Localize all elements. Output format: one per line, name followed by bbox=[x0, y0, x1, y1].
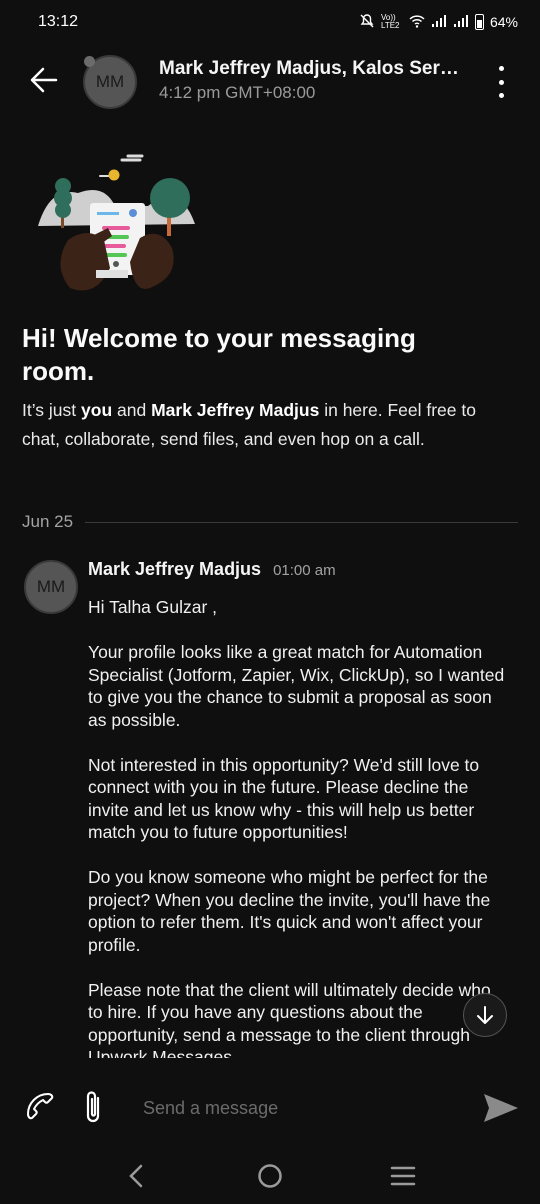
welcome-text-part: It’s just bbox=[22, 400, 82, 420]
chat-title: Mark Jeffrey Madjus, Kalos Servic... bbox=[159, 58, 469, 79]
welcome-contact-name: Mark Jeffrey Madjus bbox=[151, 400, 320, 420]
back-button[interactable] bbox=[28, 64, 60, 96]
phone-icon bbox=[27, 1093, 54, 1120]
nav-recents-button[interactable] bbox=[383, 1156, 423, 1196]
chat-local-time: 4:12 pm GMT+08:00 bbox=[159, 83, 316, 102]
message-composer bbox=[0, 1070, 540, 1146]
message-paragraph: Please note that the client will ultimat… bbox=[88, 979, 491, 1059]
message-input[interactable] bbox=[128, 1092, 458, 1124]
wifi-icon bbox=[409, 14, 425, 31]
home-circle-icon bbox=[258, 1164, 282, 1188]
welcome-illustration bbox=[30, 148, 200, 308]
date-label: Jun 25 bbox=[22, 512, 74, 531]
kebab-icon-dot bbox=[498, 93, 504, 98]
recents-icon bbox=[391, 1166, 416, 1186]
nav-back-button[interactable] bbox=[117, 1156, 157, 1196]
welcome-you: you bbox=[81, 400, 113, 420]
message-paragraph: Not interested in this opportunity? We'd… bbox=[88, 754, 480, 843]
message-avatar[interactable]: MM bbox=[24, 560, 78, 614]
send-icon bbox=[484, 1094, 518, 1122]
status-time: 13:12 bbox=[38, 13, 79, 30]
system-nav-bar bbox=[0, 1148, 540, 1204]
arrow-down-icon bbox=[477, 1006, 493, 1024]
kebab-icon-dot bbox=[498, 66, 504, 71]
kebab-icon-dot bbox=[498, 79, 504, 85]
message-sender[interactable]: Mark Jeffrey Madjus bbox=[88, 559, 261, 580]
header-text[interactable]: Mark Jeffrey Madjus, Kalos Servic... 4:1… bbox=[159, 58, 469, 103]
call-button[interactable] bbox=[22, 1090, 56, 1124]
battery-percent: 64% bbox=[489, 14, 518, 30]
presence-dot bbox=[84, 56, 95, 67]
welcome-text-part: and bbox=[112, 400, 152, 420]
scroll-to-bottom-button[interactable] bbox=[463, 993, 507, 1037]
send-button[interactable] bbox=[482, 1092, 520, 1124]
chat-header: MM Mark Jeffrey Madjus, Kalos Servic... … bbox=[0, 50, 540, 114]
paperclip-icon bbox=[86, 1091, 100, 1123]
signal-icon-2 bbox=[453, 14, 469, 31]
chevron-left-icon bbox=[128, 1164, 142, 1188]
message-body[interactable]: Hi Talha Gulzar , Your profile looks lik… bbox=[88, 596, 508, 1058]
message-time: 01:00 am bbox=[273, 562, 336, 579]
battery-icon bbox=[474, 14, 484, 30]
network-label: Vo)) LTE2 bbox=[380, 13, 400, 30]
attach-button[interactable] bbox=[80, 1088, 106, 1126]
message-header: Mark Jeffrey Madjus 01:00 am bbox=[88, 559, 336, 580]
message-paragraph: Hi Talha Gulzar , bbox=[88, 597, 218, 617]
arrow-left-icon bbox=[30, 67, 58, 93]
message-paragraph: Do you know someone who might be perfect… bbox=[88, 867, 491, 955]
welcome-description: It’s just you and Mark Jeffrey Madjus in… bbox=[22, 396, 492, 454]
mute-icon bbox=[359, 13, 375, 32]
message-paragraph: Your profile looks like a great match fo… bbox=[88, 642, 505, 730]
nav-home-button[interactable] bbox=[250, 1156, 290, 1196]
signal-icon bbox=[431, 14, 447, 31]
status-icons: Vo)) LTE2 64% bbox=[359, 13, 518, 32]
welcome-title: Hi! Welcome to your messaging room. bbox=[22, 323, 416, 386]
status-bar: 13:12 Vo)) LTE2 64% bbox=[0, 0, 540, 44]
more-options-button[interactable] bbox=[496, 66, 506, 98]
divider bbox=[85, 521, 518, 523]
date-separator: Jun 25 bbox=[22, 512, 518, 532]
